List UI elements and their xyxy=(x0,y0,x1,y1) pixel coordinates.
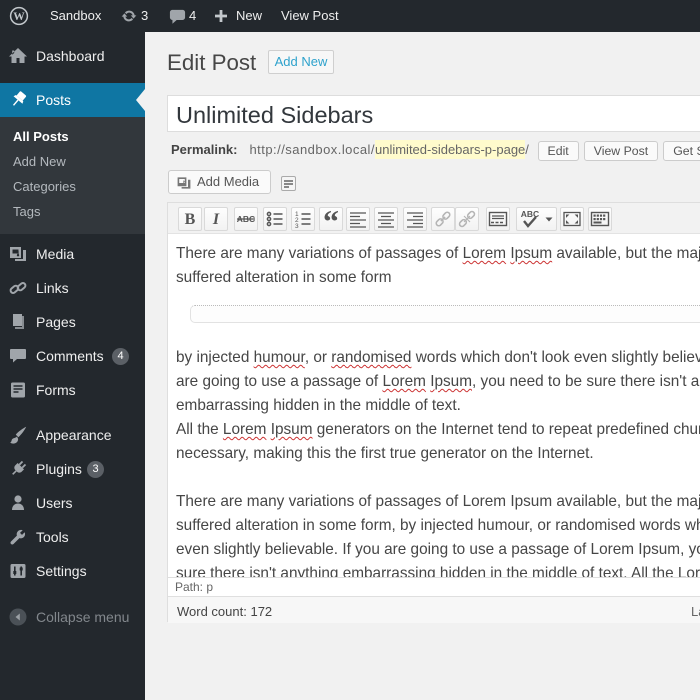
svg-text:W: W xyxy=(13,11,25,23)
svg-text:B: B xyxy=(185,211,196,228)
svg-text:“: “ xyxy=(323,208,339,230)
svg-text:3: 3 xyxy=(295,223,299,230)
svg-text:I: I xyxy=(212,211,220,228)
